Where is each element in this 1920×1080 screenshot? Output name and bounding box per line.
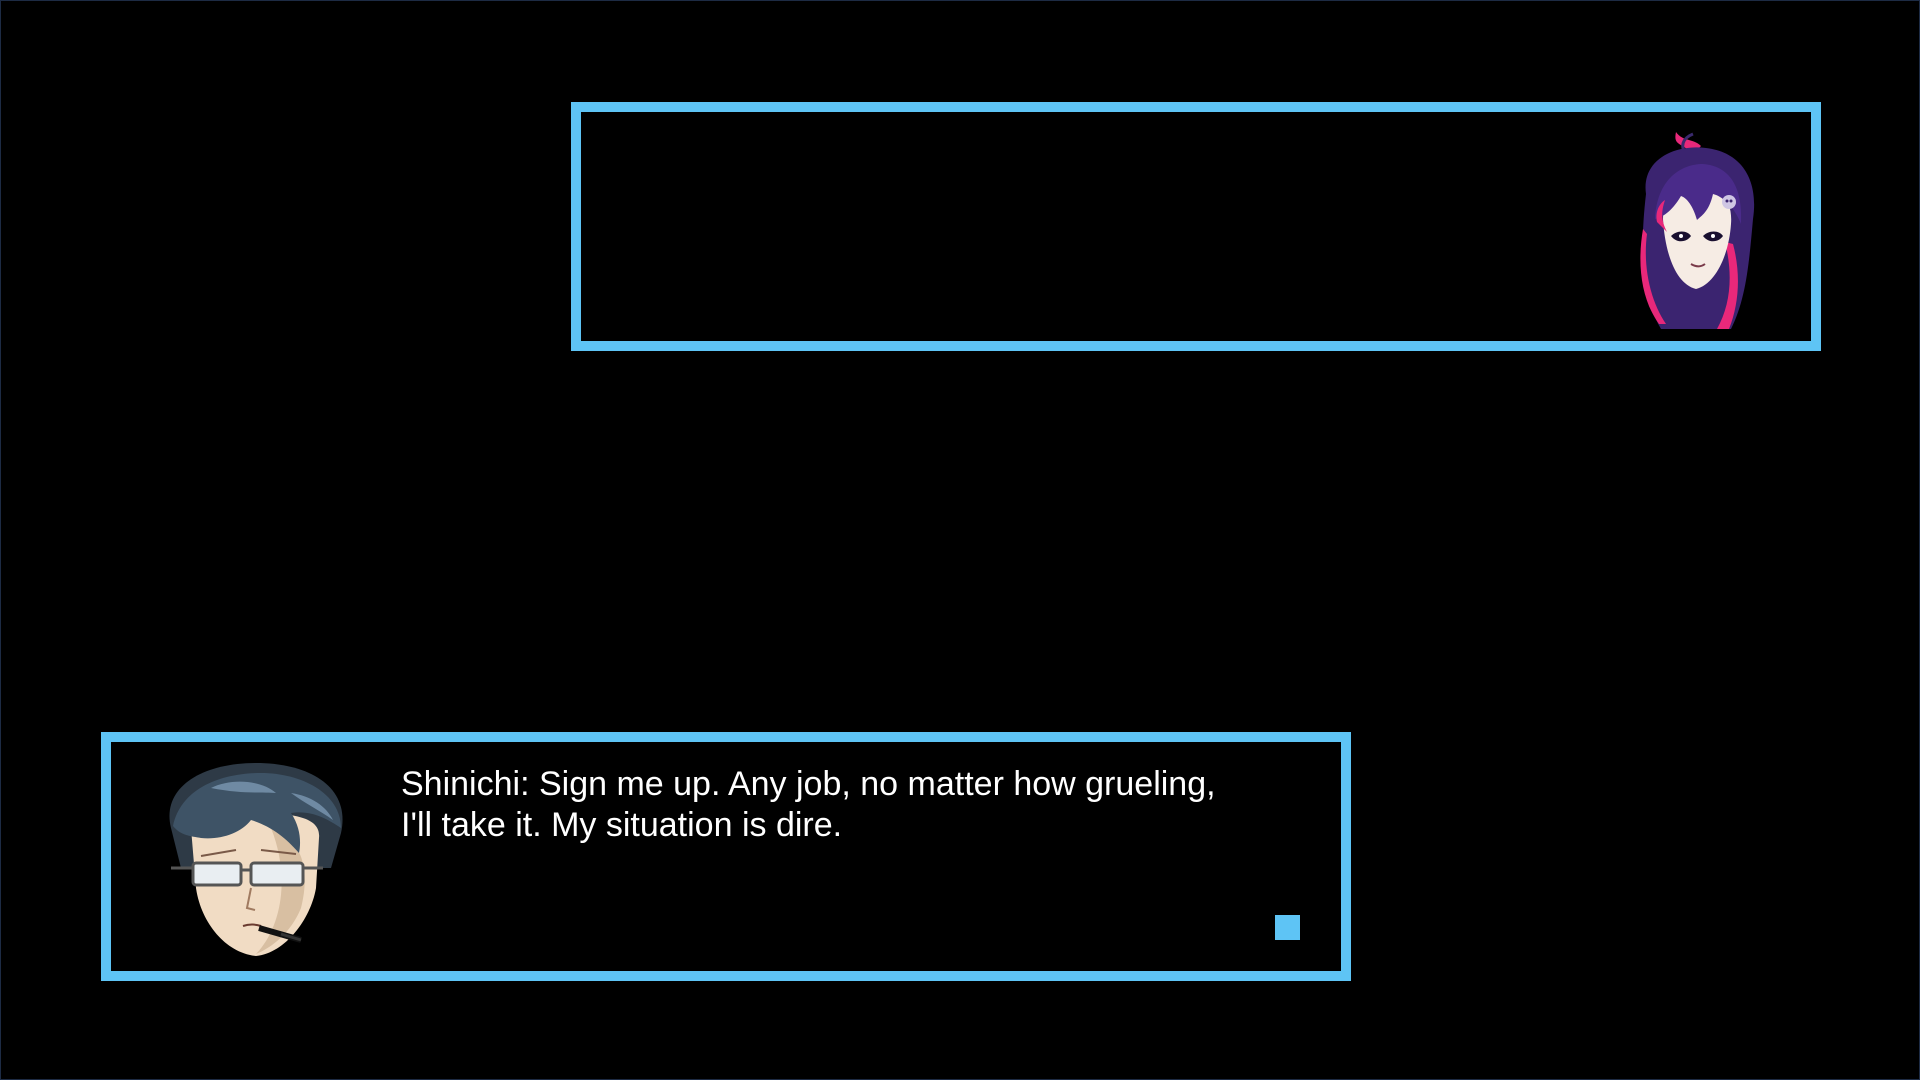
top-dialog-box bbox=[571, 102, 1821, 351]
bottom-dialog-box[interactable]: Shinichi: Sign me up. Any job, no matter… bbox=[101, 732, 1351, 981]
shinichi-portrait-icon bbox=[169, 763, 343, 956]
dialog-line-2: I'll take it. My situation is dire. bbox=[401, 806, 843, 844]
girl-portrait-icon bbox=[1640, 132, 1755, 329]
dialog-text: Shinichi: Sign me up. Any job, no matter… bbox=[401, 764, 1301, 846]
advance-square-icon[interactable] bbox=[1275, 915, 1300, 940]
dialog-line-1: Shinichi: Sign me up. Any job, no matter… bbox=[401, 765, 1216, 803]
game-screen[interactable]: Shinichi: Sign me up. Any job, no matter… bbox=[0, 0, 1920, 1080]
